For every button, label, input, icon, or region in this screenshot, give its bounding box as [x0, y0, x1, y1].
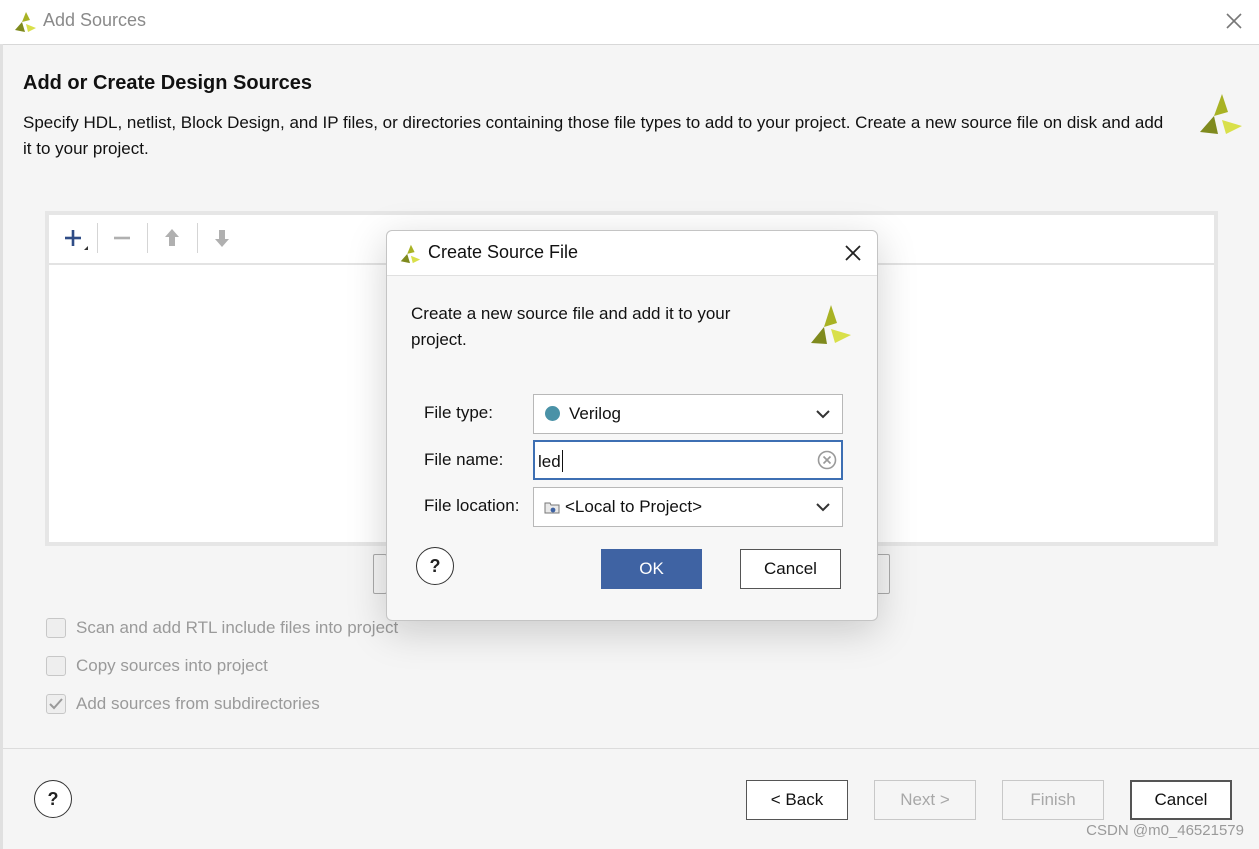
page-title: Add or Create Design Sources: [23, 72, 312, 94]
window-titlebar: Add Sources: [0, 0, 1259, 45]
hidden-button-edge: [373, 554, 387, 594]
option-label: Add sources from subdirectories: [76, 694, 320, 713]
finish-button[interactable]: Finish: [1002, 780, 1104, 820]
checkmark-icon: [49, 698, 63, 710]
checkbox[interactable]: [46, 656, 66, 676]
footer-divider: [3, 748, 1259, 749]
option-label: Copy sources into project: [76, 656, 268, 675]
vivado-logo-icon: [1200, 94, 1242, 134]
next-button[interactable]: Next >: [874, 780, 976, 820]
ok-button[interactable]: OK: [601, 549, 702, 589]
option-label: Scan and add RTL include files into proj…: [76, 618, 399, 637]
dialog-description: Create a new source file and add it to y…: [411, 304, 731, 349]
dialog-title: Create Source File: [428, 242, 579, 262]
window-left-edge: [0, 44, 3, 849]
file-type-value: Verilog: [569, 404, 621, 423]
verilog-icon: [545, 406, 560, 421]
toolbar-separator: [197, 223, 198, 253]
back-button[interactable]: < Back: [746, 780, 848, 820]
create-source-file-dialog: Create Source File Create a new source f…: [386, 230, 878, 621]
file-name-label: File name:: [424, 450, 504, 469]
vivado-logo-icon: [15, 12, 36, 32]
close-icon[interactable]: [842, 242, 864, 264]
checkbox-checked[interactable]: [46, 694, 66, 714]
toolbar-separator: [147, 223, 148, 253]
cancel-button[interactable]: Cancel: [740, 549, 841, 589]
window-title: Add Sources: [43, 10, 147, 30]
chevron-down-icon[interactable]: [814, 500, 832, 514]
help-button[interactable]: ?: [416, 547, 454, 585]
add-icon[interactable]: [59, 223, 89, 253]
vivado-logo-icon: [811, 305, 851, 344]
vivado-logo-icon: [400, 244, 421, 264]
dialog-titlebar: Create Source File: [387, 231, 877, 276]
file-location-label: File location:: [424, 496, 520, 515]
close-icon[interactable]: [1221, 8, 1247, 34]
text-cursor: [561, 450, 563, 472]
file-type-select[interactable]: Verilog: [533, 394, 843, 434]
move-up-icon[interactable]: [157, 223, 187, 253]
chevron-down-icon[interactable]: [814, 407, 832, 421]
checkbox[interactable]: [46, 618, 66, 638]
clear-icon[interactable]: [817, 450, 837, 470]
file-type-label: File type:: [424, 403, 493, 422]
remove-icon[interactable]: [107, 223, 137, 253]
toolbar-separator: [97, 223, 98, 253]
help-button[interactable]: ?: [34, 780, 72, 818]
cancel-button[interactable]: Cancel: [1130, 780, 1232, 820]
move-down-icon[interactable]: [207, 223, 237, 253]
file-location-select[interactable]: <Local to Project>: [533, 487, 843, 527]
file-name-input[interactable]: led: [533, 440, 843, 480]
file-location-value: <Local to Project>: [565, 497, 703, 516]
file-name-text: led: [538, 450, 563, 472]
hidden-button-edge: [876, 554, 890, 594]
watermark: CSDN @m0_46521579: [1086, 822, 1244, 839]
folder-icon: [544, 502, 560, 514]
page-description: Specify HDL, netlist, Block Design, and …: [23, 113, 1164, 158]
